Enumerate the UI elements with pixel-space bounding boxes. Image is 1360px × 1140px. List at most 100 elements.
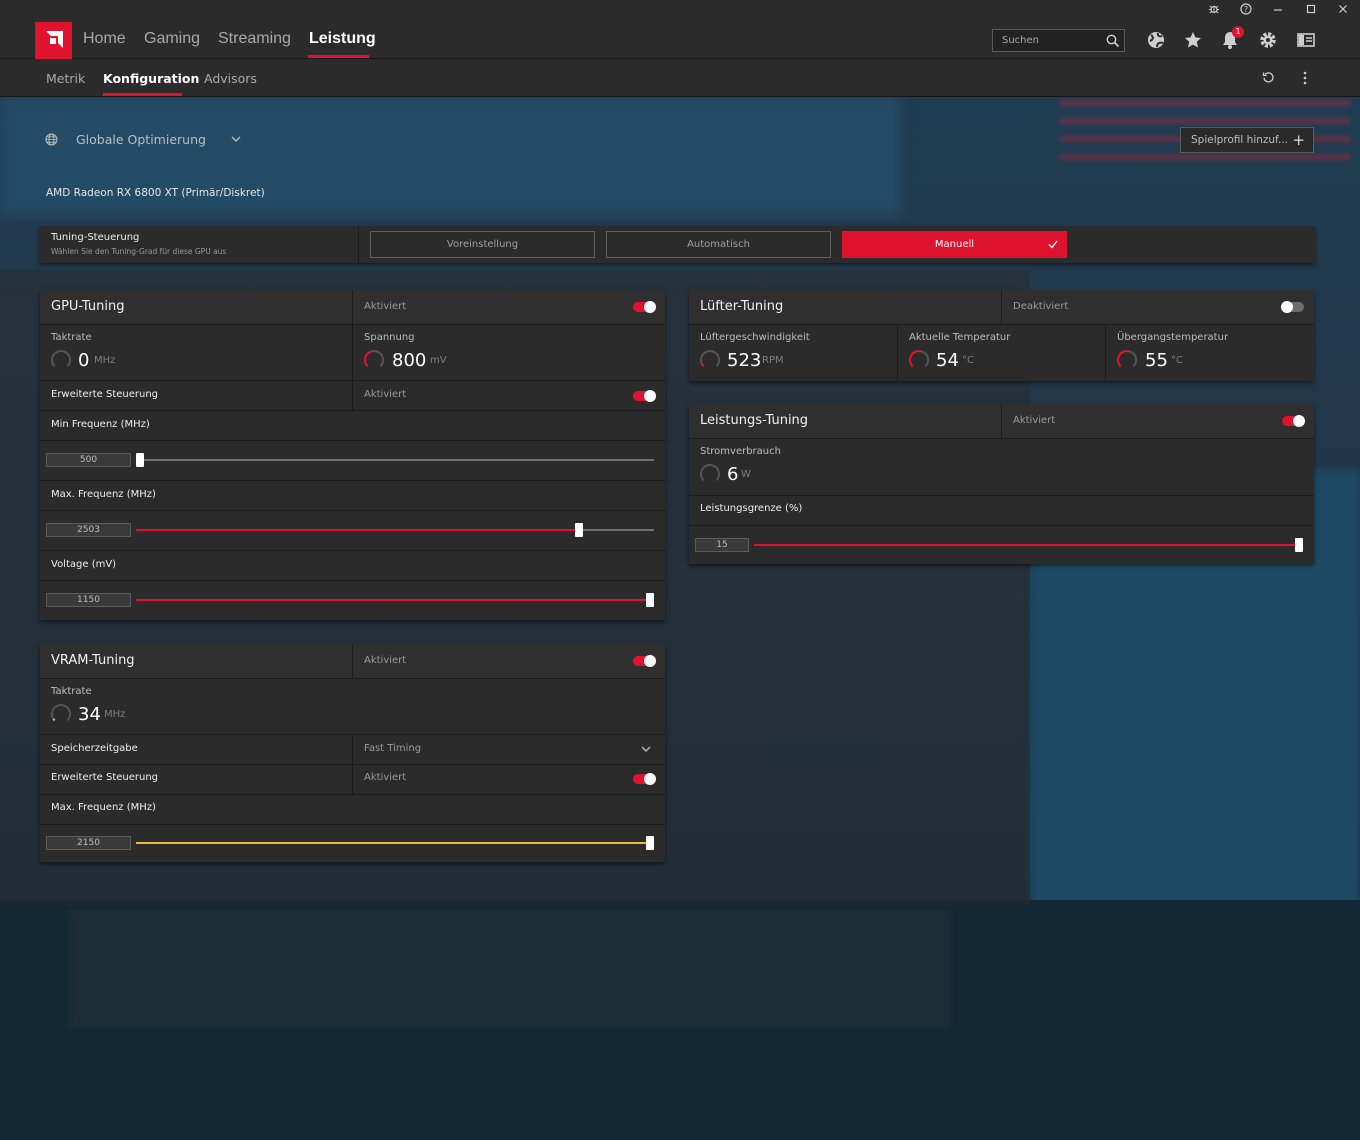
- maximize-icon[interactable]: [1303, 3, 1319, 19]
- subtab-advisors[interactable]: Advisors: [204, 71, 257, 86]
- chevron-down-icon[interactable]: [231, 136, 241, 143]
- fan-tuning-title: Lüfter-Tuning: [700, 299, 784, 314]
- vram-tuning-status: Aktiviert: [364, 655, 407, 666]
- notification-badge: 1: [1232, 26, 1244, 38]
- amd-logo[interactable]: [35, 22, 72, 59]
- vram-max-freq-slider-fill: [136, 842, 650, 844]
- gear-icon[interactable]: [1258, 30, 1278, 50]
- tuning-option-manual[interactable]: Manuell: [842, 231, 1067, 258]
- fan-speed-label: Lüftergeschwindigkeit: [700, 332, 810, 343]
- fan-tuning-toggle[interactable]: [1281, 301, 1304, 313]
- min-freq-label: Min Frequenz (MHz): [51, 419, 150, 430]
- fan-speed-value: 523: [727, 350, 762, 371]
- star-icon[interactable]: [1183, 30, 1203, 50]
- vram-tuning-toggle[interactable]: [633, 655, 656, 667]
- fan-tuning-status: Deaktiviert: [1013, 301, 1069, 312]
- tuning-option-manual-label: Manuell: [934, 239, 975, 250]
- power-limit-slider-fill: [754, 544, 1299, 546]
- add-game-profile-button[interactable]: Spielprofil hinzuf... +: [1180, 127, 1314, 153]
- voltage-slider-thumb[interactable]: [646, 593, 654, 607]
- power-draw-value: 6: [727, 464, 739, 485]
- minimize-icon[interactable]: [1270, 3, 1286, 19]
- gpu-voltage-unit: mV: [430, 355, 447, 366]
- gpu-advanced-toggle[interactable]: [633, 390, 656, 402]
- current-temp-unit: °C: [962, 355, 974, 366]
- power-tuning-title: Leistungs-Tuning: [700, 413, 809, 428]
- vram-max-freq-slider-thumb[interactable]: [646, 836, 654, 850]
- gpu-voltage-value: 800: [392, 350, 427, 371]
- subtab-konfiguration[interactable]: Konfiguration: [103, 71, 199, 86]
- max-freq-input[interactable]: 2503: [46, 523, 131, 537]
- tuning-option-automatic[interactable]: Automatisch: [606, 231, 831, 258]
- gpu-tuning-panel: [40, 290, 665, 620]
- power-tuning-status: Aktiviert: [1013, 415, 1056, 426]
- search-box[interactable]: [992, 29, 1125, 52]
- current-temp-label: Aktuelle Temperatur: [909, 332, 1011, 343]
- add-game-profile-label: Spielprofil hinzuf...: [1191, 134, 1289, 146]
- junction-temp-gauge-icon: [1117, 350, 1137, 370]
- gpu-voltage-gauge-icon: [364, 350, 384, 370]
- help-icon[interactable]: ?: [1238, 3, 1254, 19]
- gpu-voltage-label: Spannung: [364, 332, 415, 343]
- vram-clock-value: 34: [78, 704, 101, 725]
- close-icon[interactable]: [1335, 3, 1351, 19]
- tab-gaming[interactable]: Gaming: [144, 30, 200, 48]
- globe-icon[interactable]: [1146, 30, 1166, 50]
- junction-temp-value: 55: [1145, 350, 1168, 371]
- search-icon[interactable]: [1106, 34, 1120, 48]
- subtab-metrik[interactable]: Metrik: [46, 71, 85, 86]
- tuning-option-preset[interactable]: Voreinstellung: [370, 231, 595, 258]
- gpu-tuning-toggle[interactable]: [633, 301, 656, 313]
- vram-advanced-toggle[interactable]: [633, 773, 656, 785]
- current-temp-value: 54: [936, 350, 959, 371]
- vram-clock-label: Taktrate: [51, 686, 92, 697]
- gpu-advanced-status: Aktiviert: [364, 389, 407, 400]
- gpu-clock-value: 0: [78, 350, 90, 371]
- gpu-name: AMD Radeon RX 6800 XT (Primär/Diskret): [46, 187, 265, 199]
- tuning-control-subtitle: Wählen Sie den Tuning-Grad für diese GPU…: [51, 247, 227, 256]
- min-freq-input[interactable]: 500: [46, 453, 131, 467]
- max-freq-slider[interactable]: [136, 523, 654, 537]
- gpu-clock-unit: MHz: [94, 355, 116, 366]
- max-freq-slider-fill: [136, 529, 579, 531]
- memory-timing-label: Speicherzeitgabe: [51, 743, 138, 754]
- max-freq-label: Max. Frequenz (MHz): [51, 489, 156, 500]
- tab-home[interactable]: Home: [83, 30, 126, 48]
- chevron-down-icon[interactable]: [641, 746, 651, 753]
- vram-advanced-status: Aktiviert: [364, 772, 407, 783]
- power-draw-unit: W: [741, 469, 751, 480]
- power-limit-slider[interactable]: [754, 538, 1303, 552]
- min-freq-slider-thumb[interactable]: [136, 453, 144, 467]
- min-freq-slider[interactable]: [136, 453, 654, 467]
- active-tab-underline: [308, 55, 369, 58]
- more-options-icon[interactable]: [1302, 71, 1308, 85]
- gpu-tuning-status: Aktiviert: [364, 301, 407, 312]
- bug-report-icon[interactable]: [1206, 3, 1222, 19]
- reset-icon[interactable]: [1262, 71, 1275, 84]
- voltage-slider[interactable]: [136, 593, 654, 607]
- svg-text:?: ?: [1244, 5, 1248, 14]
- power-tuning-toggle[interactable]: [1282, 415, 1305, 427]
- power-limit-input[interactable]: 15: [695, 538, 749, 552]
- active-subtab-underline: [103, 93, 182, 96]
- voltage-slider-fill: [136, 599, 650, 601]
- power-limit-slider-thumb[interactable]: [1295, 538, 1303, 552]
- tab-streaming[interactable]: Streaming: [218, 30, 291, 48]
- sidebar-panel-icon[interactable]: [1296, 30, 1316, 50]
- gpu-clock-label: Taktrate: [51, 332, 92, 343]
- vram-max-freq-slider[interactable]: [136, 836, 654, 850]
- gpu-clock-gauge-icon: [51, 350, 71, 370]
- profile-selector[interactable]: Globale Optimierung: [76, 132, 206, 147]
- vram-advanced-label: Erweiterte Steuerung: [51, 772, 159, 783]
- fan-speed-unit: RPM: [762, 355, 784, 366]
- search-input[interactable]: [993, 30, 1103, 51]
- checkmark-icon: [1048, 240, 1058, 249]
- fan-speed-gauge-icon: [700, 350, 720, 370]
- voltage-input[interactable]: 1150: [46, 593, 131, 607]
- max-freq-slider-thumb[interactable]: [575, 523, 583, 537]
- tab-leistung[interactable]: Leistung: [309, 30, 376, 48]
- vram-max-freq-input[interactable]: 2150: [46, 836, 131, 850]
- memory-timing-dropdown[interactable]: Fast Timing: [364, 743, 421, 754]
- junction-temp-unit: °C: [1171, 355, 1183, 366]
- gpu-advanced-label: Erweiterte Steuerung: [51, 389, 159, 400]
